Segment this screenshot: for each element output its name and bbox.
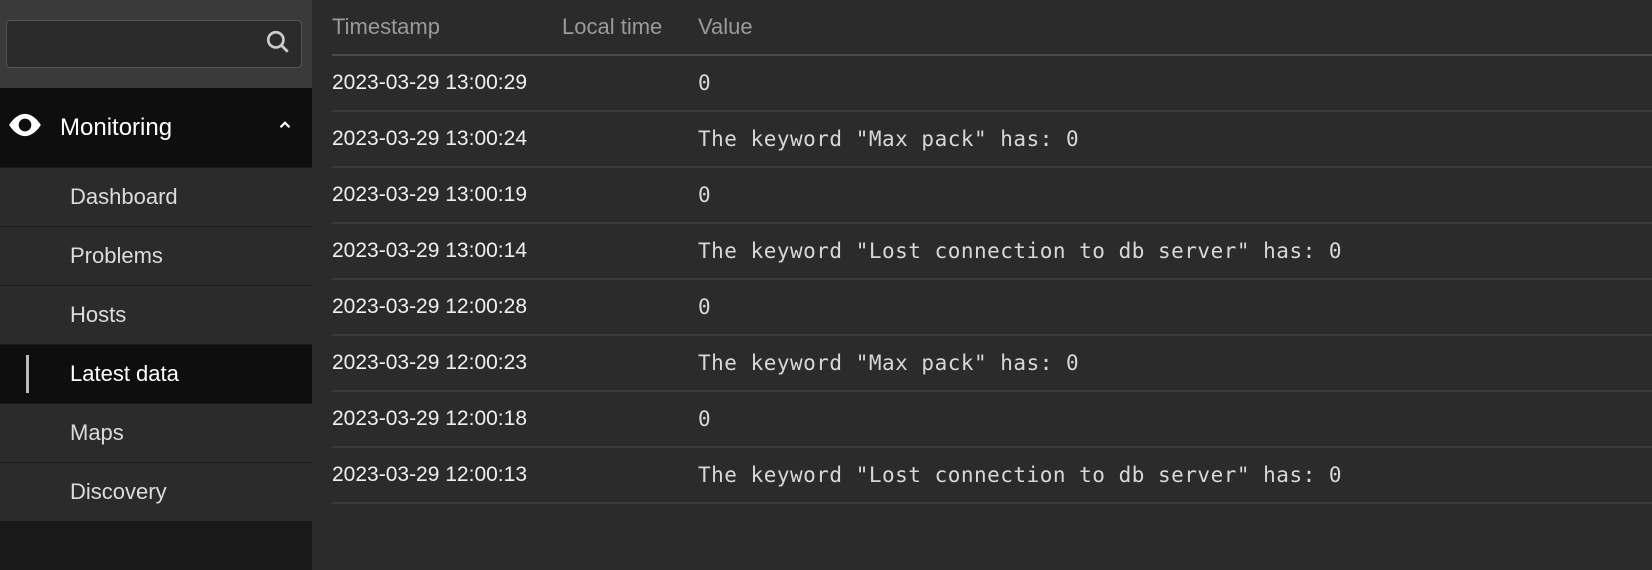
cell-timestamp: 2023-03-29 12:00:28 — [332, 295, 562, 319]
search-box[interactable] — [6, 20, 302, 68]
table-row[interactable]: 2023-03-29 13:00:24 The keyword "Max pack… — [332, 112, 1652, 168]
chevron-up-icon — [276, 116, 294, 139]
sidebar-item-label: Latest data — [70, 361, 179, 386]
cell-value: 0 — [682, 295, 1652, 319]
sidebar-item-label: Hosts — [70, 302, 126, 327]
nav-section-monitoring[interactable]: Monitoring — [0, 88, 312, 167]
cell-timestamp: 2023-03-29 12:00:18 — [332, 407, 562, 431]
sidebar-item-maps[interactable]: Maps — [0, 403, 312, 462]
sidebar: Monitoring Dashboard Problems Hosts Latest … — [0, 0, 312, 570]
table-row[interactable]: 2023-03-29 12:00:28 0 — [332, 280, 1652, 336]
table-row[interactable]: 2023-03-29 13:00:14 The keyword "Lost con… — [332, 224, 1652, 280]
table-row[interactable]: 2023-03-29 13:00:29 0 — [332, 56, 1652, 112]
table-header: Timestamp Local time Value — [332, 0, 1652, 56]
cell-timestamp: 2023-03-29 13:00:14 — [332, 239, 562, 263]
cell-value: The keyword "Lost connection to db serve… — [682, 463, 1652, 487]
cell-timestamp: 2023-03-29 13:00:29 — [332, 71, 562, 95]
sidebar-item-label: Maps — [70, 420, 124, 445]
column-header-timestamp[interactable]: Timestamp — [332, 14, 562, 40]
cell-timestamp: 2023-03-29 12:00:13 — [332, 463, 562, 487]
column-header-value[interactable]: Value — [682, 14, 1652, 40]
cell-timestamp: 2023-03-29 12:00:23 — [332, 351, 562, 375]
cell-value: The keyword "Lost connection to db serve… — [682, 239, 1652, 263]
main-content: Timestamp Local time Value 2023-03-29 13… — [312, 0, 1652, 570]
sidebar-item-label: Discovery — [70, 479, 167, 504]
search-icon[interactable] — [265, 29, 291, 60]
sidebar-item-discovery[interactable]: Discovery — [0, 462, 312, 521]
sidebar-item-label: Problems — [70, 243, 163, 268]
sidebar-item-hosts[interactable]: Hosts — [0, 285, 312, 344]
sidebar-item-problems[interactable]: Problems — [0, 226, 312, 285]
cell-timestamp: 2023-03-29 13:00:19 — [332, 183, 562, 207]
data-table: Timestamp Local time Value 2023-03-29 13… — [332, 0, 1652, 504]
monitoring-icon — [6, 106, 44, 149]
column-header-localtime[interactable]: Local time — [562, 14, 682, 40]
cell-timestamp: 2023-03-29 13:00:24 — [332, 127, 562, 151]
table-body: 2023-03-29 13:00:29 0 2023-03-29 13:00:24 T… — [332, 56, 1652, 504]
cell-value: The keyword "Max pack" has: 0 — [682, 351, 1652, 375]
sidebar-item-latest-data[interactable]: Latest data — [0, 344, 312, 403]
table-row[interactable]: 2023-03-29 12:00:23 The keyword "Max pack… — [332, 336, 1652, 392]
cell-value: 0 — [682, 183, 1652, 207]
search-container — [0, 0, 312, 88]
nav-list: Dashboard Problems Hosts Latest data Maps Dis… — [0, 167, 312, 521]
cell-value: 0 — [682, 71, 1652, 95]
table-row[interactable]: 2023-03-29 12:00:18 0 — [332, 392, 1652, 448]
table-row[interactable]: 2023-03-29 12:00:13 The keyword "Lost con… — [332, 448, 1652, 504]
sidebar-item-dashboard[interactable]: Dashboard — [0, 167, 312, 226]
table-row[interactable]: 2023-03-29 13:00:19 0 — [332, 168, 1652, 224]
nav-section-title: Monitoring — [60, 114, 260, 142]
cell-value: 0 — [682, 407, 1652, 431]
cell-value: The keyword "Max pack" has: 0 — [682, 127, 1652, 151]
sidebar-item-label: Dashboard — [70, 184, 178, 209]
search-input[interactable] — [21, 34, 265, 55]
